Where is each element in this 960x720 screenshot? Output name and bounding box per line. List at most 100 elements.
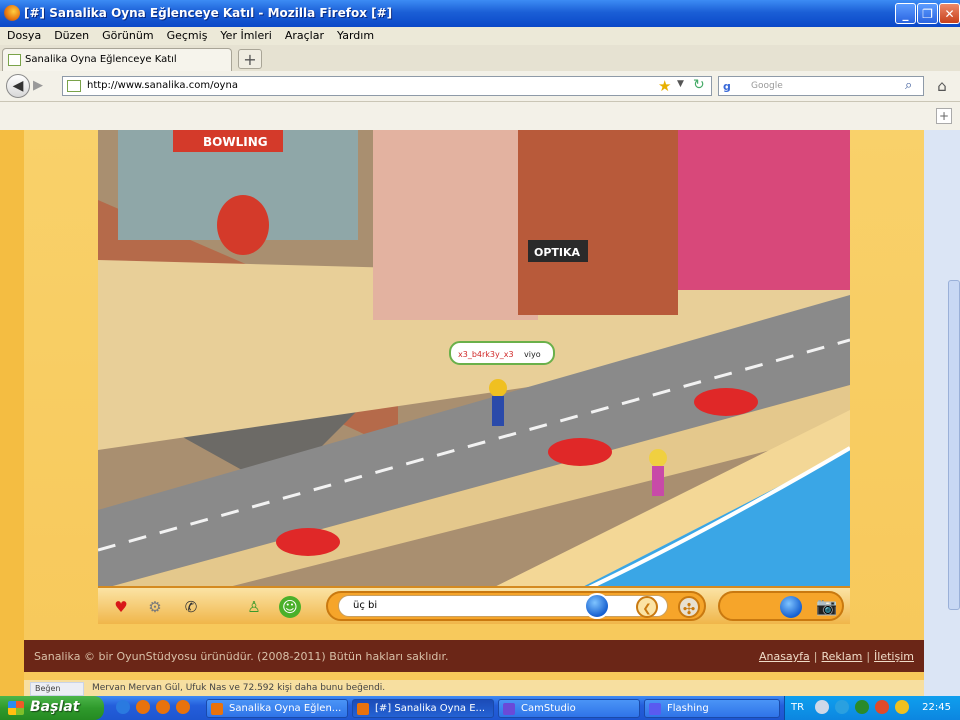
game-scene[interactable]: BOWLING OPTIKA x3_b4rk3y_x3 viyo bbox=[98, 130, 850, 620]
footer-link-ads[interactable]: Reklam bbox=[822, 650, 863, 663]
window-title: [#] Sanalika Oyna Eğlenceye Katıl - Mozi… bbox=[24, 6, 393, 20]
footer-links: Anasayfa | Reklam | İletişim bbox=[759, 650, 914, 663]
tray-icon[interactable] bbox=[815, 700, 829, 714]
optika-sign: OPTIKA bbox=[534, 246, 581, 259]
facebook-like-button[interactable]: Beğen bbox=[30, 682, 84, 696]
quicklaunch-firefox-icon[interactable] bbox=[176, 700, 190, 714]
taskbar-task[interactable]: CamStudio bbox=[498, 699, 640, 718]
tray-icon[interactable] bbox=[895, 700, 909, 714]
search-magnifier-icon[interactable]: ⌕ bbox=[905, 78, 912, 93]
forward-button[interactable]: ▶ bbox=[33, 78, 43, 93]
flashing-icon bbox=[649, 703, 661, 715]
task-label: [#] Sanalika Oyna E... bbox=[375, 703, 486, 714]
speech-icon[interactable]: ❮ bbox=[636, 596, 658, 618]
firefox-icon bbox=[357, 703, 369, 715]
beach-umbrella bbox=[276, 528, 340, 556]
camera-icon[interactable]: 📷 bbox=[816, 596, 838, 618]
chat-send-button[interactable] bbox=[584, 593, 610, 619]
firefox-icon bbox=[211, 703, 223, 715]
url-text[interactable]: http://www.sanalika.com/oyna bbox=[87, 80, 238, 91]
compass-icon[interactable]: ✣ bbox=[678, 596, 700, 618]
player-avatar-head bbox=[489, 379, 507, 397]
game-canvas[interactable]: BOWLING OPTIKA x3_b4rk3y_x3 viyo bbox=[98, 130, 850, 620]
menu-bar: Dosya Düzen Görünüm Geçmiş Yer İmleri Araçlar… bbox=[0, 27, 960, 46]
task-label: Flashing bbox=[667, 703, 709, 714]
facebook-like-strip: Beğen Mervan Mervan Gül, Ufuk Nas ve 72.… bbox=[24, 680, 924, 696]
footer-separator: | bbox=[866, 650, 871, 663]
menu-view[interactable]: Görünüm bbox=[95, 27, 159, 42]
player-name-label: x3_b4rk3y_x3 bbox=[458, 350, 514, 359]
page-scrollbar[interactable] bbox=[924, 130, 960, 696]
camstudio-icon bbox=[503, 703, 515, 715]
reload-icon[interactable]: ↻ bbox=[693, 77, 705, 93]
url-dropdown-icon[interactable]: ▼ bbox=[677, 79, 684, 89]
start-button[interactable]: Başlat bbox=[0, 696, 104, 720]
sanalika-favicon-icon bbox=[8, 54, 21, 66]
back-button[interactable]: ◀ bbox=[6, 74, 30, 98]
tab-sanalika[interactable]: Sanalika Oyna Eğlenceye Katıl bbox=[2, 48, 232, 71]
quicklaunch-desktop-icon[interactable] bbox=[116, 700, 130, 714]
taskbar-task[interactable]: Flashing bbox=[644, 699, 780, 718]
quicklaunch-firefox-icon[interactable] bbox=[156, 700, 170, 714]
copyright-text: Sanalika © bir OyunStüdyosu ürünüdür. (2… bbox=[34, 650, 449, 663]
language-indicator[interactable]: TR bbox=[791, 702, 804, 713]
bookmark-star-icon[interactable]: ★ bbox=[658, 77, 671, 95]
menu-file[interactable]: Dosya bbox=[0, 27, 47, 42]
site-identity-icon[interactable] bbox=[67, 80, 81, 92]
gear-icon[interactable]: ⚙ bbox=[144, 596, 166, 618]
footer-link-home[interactable]: Anasayfa bbox=[759, 650, 810, 663]
bookmarks-toolbar: + bbox=[0, 102, 960, 130]
footer-separator: | bbox=[813, 650, 818, 663]
npc-avatar-head bbox=[649, 449, 667, 467]
site-footer: Sanalika © bir OyunStüdyosu ürünüdür. (2… bbox=[24, 640, 924, 672]
optika-building bbox=[518, 130, 678, 315]
phone-icon[interactable]: ✆ bbox=[180, 596, 202, 618]
status-orb-icon[interactable] bbox=[780, 596, 802, 618]
scrollbar-thumb[interactable] bbox=[948, 280, 960, 610]
tab-bar: Sanalika Oyna Eğlenceye Katıl + bbox=[0, 45, 960, 72]
person-icon[interactable]: ♙ bbox=[243, 596, 265, 618]
game-toolbar: ♥ ⚙ ✆ ♙ ☺ üç bi ❮ ✣ 📷 bbox=[98, 586, 850, 624]
menu-help[interactable]: Yardım bbox=[330, 27, 380, 42]
player-avatar-body bbox=[492, 396, 504, 426]
firefox-icon bbox=[4, 5, 20, 21]
tray-icon[interactable] bbox=[835, 700, 849, 714]
search-box[interactable]: g Google ⌕ bbox=[718, 76, 924, 96]
task-label: CamStudio bbox=[521, 703, 576, 714]
task-label: Sanalika Oyna Eğlen... bbox=[229, 703, 342, 714]
menu-history[interactable]: Geçmiş bbox=[160, 27, 214, 42]
url-bar[interactable]: http://www.sanalika.com/oyna ★ ▼ ↻ bbox=[62, 76, 712, 96]
chat-input[interactable]: üç bi bbox=[338, 595, 668, 617]
taskbar-task-active[interactable]: [#] Sanalika Oyna E... bbox=[352, 699, 494, 718]
npc-avatar-body bbox=[652, 466, 664, 496]
home-button[interactable]: ⌂ bbox=[932, 77, 952, 95]
close-button[interactable]: ✕ bbox=[939, 3, 960, 24]
facebook-like-text: Mervan Mervan Gül, Ufuk Nas ve 72.592 ki… bbox=[92, 683, 386, 693]
start-label: Başlat bbox=[30, 699, 80, 715]
tray-icon[interactable] bbox=[875, 700, 889, 714]
menu-bookmarks[interactable]: Yer İmleri bbox=[213, 27, 277, 42]
windows-taskbar: Başlat Sanalika Oyna Eğlen... [#] Sanali… bbox=[0, 696, 960, 720]
google-engine-icon[interactable]: g bbox=[723, 80, 731, 93]
bowling-sign: BOWLING bbox=[203, 135, 268, 149]
quicklaunch-firefox-icon[interactable] bbox=[136, 700, 150, 714]
minimize-button[interactable]: _ bbox=[895, 3, 916, 24]
heart-icon[interactable]: ♥ bbox=[110, 596, 132, 618]
footer-link-contact[interactable]: İletişim bbox=[874, 650, 914, 663]
bowling-pin-door bbox=[217, 195, 269, 255]
taskbar-task[interactable]: Sanalika Oyna Eğlen... bbox=[206, 699, 348, 718]
menu-edit[interactable]: Düzen bbox=[47, 27, 95, 42]
window-title-bar[interactable]: [#] Sanalika Oyna Eğlenceye Katıl - Mozi… bbox=[0, 0, 960, 27]
tab-label: Sanalika Oyna Eğlenceye Katıl bbox=[25, 54, 177, 65]
tray-icon[interactable] bbox=[855, 700, 869, 714]
new-tab-button[interactable]: + bbox=[238, 49, 262, 69]
search-placeholder: Google bbox=[751, 81, 783, 91]
navigation-bar: ◀ ▶ http://www.sanalika.com/oyna ★ ▼ ↻ g… bbox=[0, 71, 960, 102]
maximize-button[interactable]: ❐ bbox=[917, 3, 938, 24]
smiley-icon[interactable]: ☺ bbox=[279, 596, 301, 618]
beach-umbrella bbox=[548, 438, 612, 466]
speech-text: viyo bbox=[524, 350, 541, 359]
menu-tools[interactable]: Araçlar bbox=[278, 27, 330, 42]
add-bookmark-button[interactable]: + bbox=[936, 108, 952, 124]
clock[interactable]: 22:45 bbox=[922, 702, 951, 713]
